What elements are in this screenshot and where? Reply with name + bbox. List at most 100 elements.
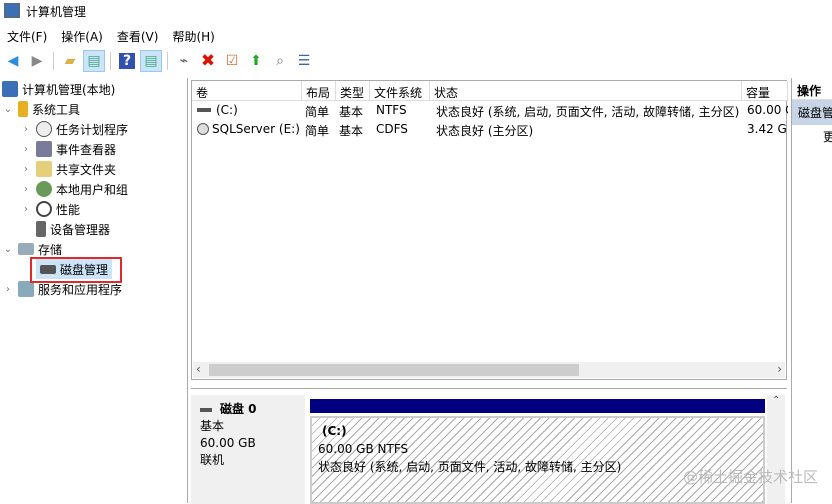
disk-type: 基本	[200, 419, 225, 433]
connect-icon[interactable]: ⌁	[173, 50, 195, 72]
tree-item-performance[interactable]: › 性能	[20, 199, 80, 219]
scroll-up-icon[interactable]: ⌃	[772, 395, 780, 406]
scroll-left-icon[interactable]: ‹	[196, 362, 201, 376]
properties-icon[interactable]: ☑	[221, 50, 243, 72]
column-header-status[interactable]: 状态	[430, 81, 742, 101]
tree-label: 任务计划程序	[56, 122, 129, 137]
cd-drive-icon	[197, 123, 209, 135]
menu-help[interactable]: 帮助(H)	[165, 24, 221, 46]
help-icon[interactable]: ?	[116, 50, 138, 72]
show-hide-action-icon[interactable]: ▤	[140, 50, 162, 72]
toolbar: ◀ ▶ ▰ ▤ ? ▤ ⌁ ✖ ☑ ⬆ ⌕ ☰	[0, 49, 832, 73]
tree-item-root[interactable]: 计算机管理(本地)	[2, 79, 115, 99]
tree-label: 设备管理器	[50, 222, 111, 237]
actions-more-link[interactable]: 更	[792, 125, 832, 145]
tree-item-event-viewer[interactable]: › 事件查看器	[20, 139, 116, 159]
services-icon	[18, 281, 34, 297]
disk-size: 60.00 GB	[200, 436, 256, 450]
watermark: @稀土掘金技术社区	[682, 468, 818, 486]
delete-icon[interactable]: ✖	[197, 50, 219, 72]
table-row[interactable]: SQLServer (E:) 简单 基本 CDFS 状态良好 (主分区) 3.4…	[192, 120, 788, 139]
device-manager-icon	[36, 221, 46, 237]
volume-list: 卷 布局 类型 文件系统 状态 容量 (C:) 简单 基本 NTFS 状态良好 …	[191, 80, 788, 380]
actions-pane: 操作 磁盘管 更	[791, 78, 832, 503]
cell-filesystem: CDFS	[376, 122, 408, 136]
partition-label: (C:)	[322, 424, 347, 438]
disk-name-row: 磁盘 0	[200, 401, 296, 418]
cell-status: 状态良好 (系统, 启动, 页面文件, 活动, 故障转储, 主分区)	[436, 105, 740, 119]
actions-header: 操作	[792, 78, 832, 100]
chevron-down-icon[interactable]: ⌄	[2, 244, 14, 255]
scroll-right-icon[interactable]: ›	[777, 362, 782, 376]
tree-label: 存储	[38, 242, 63, 257]
event-log-icon	[36, 141, 52, 157]
tree-item-storage[interactable]: ⌄ 存储	[2, 239, 62, 259]
chevron-right-icon[interactable]: ›	[20, 184, 32, 195]
tree-label: 事件查看器	[56, 142, 117, 157]
partition-size-fs: 60.00 GB NTFS	[318, 442, 409, 456]
vertical-scrollbar[interactable]: ⌃	[767, 395, 785, 504]
tree-item-device-manager[interactable]: 设备管理器	[32, 219, 110, 239]
column-header-capacity[interactable]: 容量	[742, 81, 788, 101]
toolbar-separator	[110, 52, 111, 70]
cell-capacity: 3.42 GI	[747, 122, 788, 136]
chevron-right-icon[interactable]: ›	[20, 124, 32, 135]
title-bar: 计算机管理	[0, 0, 832, 22]
disk-state: 联机	[200, 453, 225, 467]
tree-label: 共享文件夹	[56, 162, 117, 177]
toolbar-separator	[167, 52, 168, 70]
column-header-filesystem[interactable]: 文件系统	[370, 81, 430, 101]
horizontal-scrollbar[interactable]: ‹ ›	[193, 362, 785, 378]
users-icon	[36, 181, 52, 197]
performance-icon	[36, 201, 52, 217]
cell-status: 状态良好 (主分区)	[436, 124, 534, 138]
tree-label: 本地用户和组	[56, 182, 129, 197]
tree-label: 服务和应用程序	[38, 282, 123, 297]
menu-view[interactable]: 查看(V)	[110, 24, 166, 46]
tree-label: 性能	[56, 202, 81, 217]
column-header-layout[interactable]: 布局	[302, 81, 336, 101]
import-icon[interactable]: ⬆	[245, 50, 267, 72]
column-header-volume[interactable]: 卷	[192, 81, 302, 101]
chevron-right-icon[interactable]: ›	[20, 164, 32, 175]
disk-info-panel[interactable]: 磁盘 0 基本 60.00 GB 联机	[191, 395, 305, 504]
tree-item-task-scheduler[interactable]: › 任务计划程序	[20, 119, 128, 139]
disk-name: 磁盘 0	[220, 402, 257, 416]
cell-filesystem: NTFS	[376, 103, 407, 117]
menu-file[interactable]: 文件(F)	[0, 24, 54, 46]
chevron-right-icon[interactable]: ›	[20, 144, 32, 155]
cell-type: 基本	[339, 124, 364, 138]
chevron-right-icon[interactable]: ›	[20, 204, 32, 215]
computer-icon	[2, 81, 18, 97]
storage-icon	[18, 243, 34, 255]
chevron-right-icon[interactable]: ›	[2, 284, 14, 295]
tools-icon	[18, 101, 28, 117]
tree-item-system-tools[interactable]: ⌄ 系统工具	[2, 99, 80, 119]
checklist-icon[interactable]: ☰	[293, 50, 315, 72]
cell-capacity: 60.00 G	[747, 103, 788, 117]
cell-volume: (C:)	[216, 103, 238, 117]
up-folder-icon[interactable]: ▰	[59, 50, 81, 72]
table-row[interactable]: (C:) 简单 基本 NTFS 状态良好 (系统, 启动, 页面文件, 活动, …	[192, 101, 788, 120]
window-title: 计算机管理	[26, 5, 87, 19]
forward-icon[interactable]: ▶	[26, 50, 48, 72]
tree-item-shared-folders[interactable]: › 共享文件夹	[20, 159, 116, 179]
navigation-tree: 计算机管理(本地) ⌄ 系统工具 › 任务计划程序 › 事件查看器 › 共享文件夹 › 本…	[0, 78, 188, 503]
actions-section-disk-management[interactable]: 磁盘管	[792, 100, 832, 125]
computer-management-icon	[4, 3, 20, 18]
cell-type: 基本	[339, 105, 364, 119]
search-icon[interactable]: ⌕	[269, 50, 291, 72]
disk-icon	[200, 407, 212, 412]
partition-c[interactable]: (C:) 60.00 GB NTFS 状态良好 (系统, 启动, 页面文件, 活…	[310, 416, 765, 504]
back-icon[interactable]: ◀	[2, 50, 24, 72]
show-hide-tree-icon[interactable]: ▤	[83, 50, 105, 72]
scrollbar-thumb[interactable]	[209, 364, 579, 376]
tree-item-local-users[interactable]: › 本地用户和组	[20, 179, 128, 199]
column-header-type[interactable]: 类型	[336, 81, 370, 101]
shared-folder-icon	[36, 161, 52, 177]
chevron-down-icon[interactable]: ⌄	[2, 104, 14, 115]
menu-action[interactable]: 操作(A)	[54, 24, 110, 46]
highlight-annotation-box	[30, 257, 122, 283]
drive-icon	[197, 108, 211, 112]
tree-label: 系统工具	[32, 102, 81, 117]
